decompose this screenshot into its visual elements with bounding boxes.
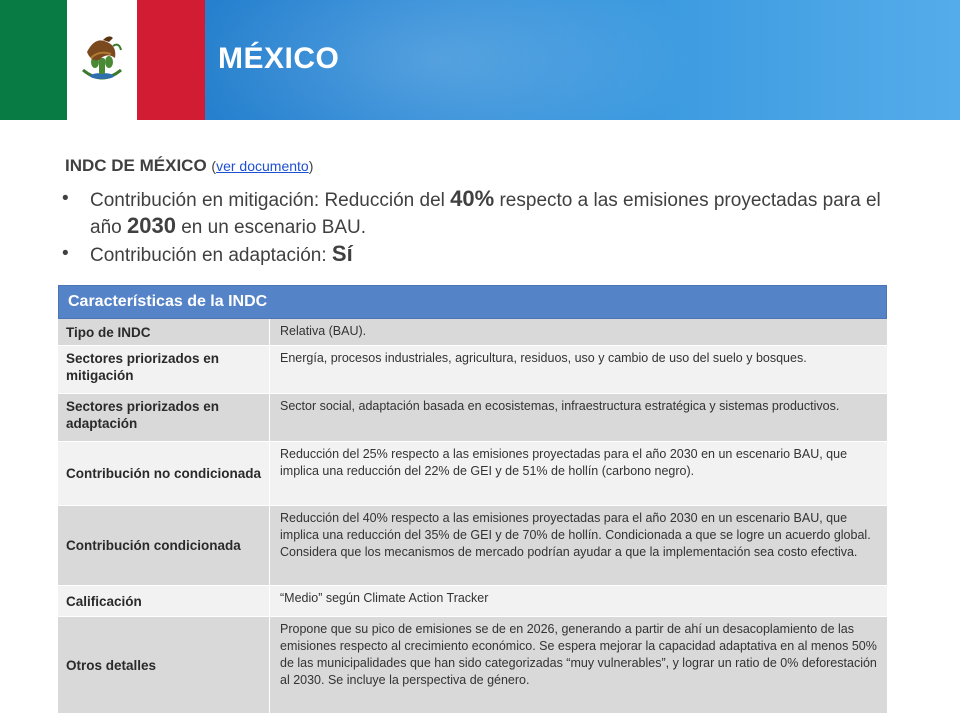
mexico-flag <box>0 0 205 120</box>
row-value: Propone que su pico de emisiones se de e… <box>280 622 877 687</box>
row-key: Tipo de INDC <box>58 319 270 345</box>
highlight-percent: 40% <box>450 186 495 211</box>
contribution-bullets: • Contribución en mitigación: Reducción … <box>62 186 912 268</box>
table-row: Otros detalles Propone que su pico de em… <box>58 617 887 713</box>
row-key: Sectores priorizados en adaptación <box>58 394 270 441</box>
row-value: “Medio” según Climate Action Tracker <box>280 591 489 605</box>
row-value: Energía, procesos industriales, agricult… <box>280 351 807 365</box>
bullet-dot-icon: • <box>62 188 69 209</box>
mexico-coat-of-arms-icon <box>82 36 122 80</box>
table-row: Sectores priorizados en mitigación Energ… <box>58 346 887 394</box>
ver-documento-link[interactable]: ver documento <box>216 158 309 174</box>
table-row: Contribución condicionada Reducción del … <box>58 506 887 586</box>
table-row: Calificación “Medio” según Climate Actio… <box>58 586 887 617</box>
row-value: Reducción del 40% respecto a las emision… <box>280 511 871 559</box>
table-row: Sectores priorizados en adaptación Secto… <box>58 394 887 442</box>
flag-white-stripe <box>67 0 137 120</box>
indc-heading-text: INDC DE MÉXICO <box>65 156 207 175</box>
table-row: Contribución no condicionada Reducción d… <box>58 442 887 506</box>
indc-characteristics-table: Características de la INDC Tipo de INDC … <box>58 285 887 713</box>
row-key: Otros detalles <box>58 617 270 713</box>
row-value: Relativa (BAU). <box>280 324 367 338</box>
table-row: Tipo de INDC Relativa (BAU). <box>58 319 887 346</box>
bullet-text: Contribución en adaptación: <box>90 245 332 266</box>
title-banner: MÉXICO <box>0 0 960 120</box>
bullet-text: en un escenario BAU. <box>175 217 367 238</box>
paren-close: ) <box>308 158 314 174</box>
bullet-adaptation: • Contribución en adaptación: Sí <box>62 241 912 268</box>
indc-heading: INDC DE MÉXICO (ver documento) <box>65 156 313 176</box>
row-key: Contribución no condicionada <box>58 442 270 505</box>
row-key: Sectores priorizados en mitigación <box>58 346 270 393</box>
row-key: Calificación <box>58 586 270 616</box>
flag-red-stripe <box>137 0 205 120</box>
flag-green-stripe <box>0 0 67 120</box>
row-key: Contribución condicionada <box>58 506 270 585</box>
bullet-dot-icon: • <box>62 243 69 264</box>
highlight-yes: Sí <box>331 241 353 266</box>
page-title: MÉXICO <box>218 42 340 75</box>
highlight-year: 2030 <box>126 213 176 238</box>
bullet-mitigation: • Contribución en mitigación: Reducción … <box>62 186 912 240</box>
table-title: Características de la INDC <box>58 285 887 319</box>
row-value: Sector social, adaptación basada en ecos… <box>280 399 840 413</box>
bullet-text: Contribución en mitigación: Reducción de… <box>90 190 451 211</box>
row-value: Reducción del 25% respecto a las emision… <box>280 447 848 478</box>
